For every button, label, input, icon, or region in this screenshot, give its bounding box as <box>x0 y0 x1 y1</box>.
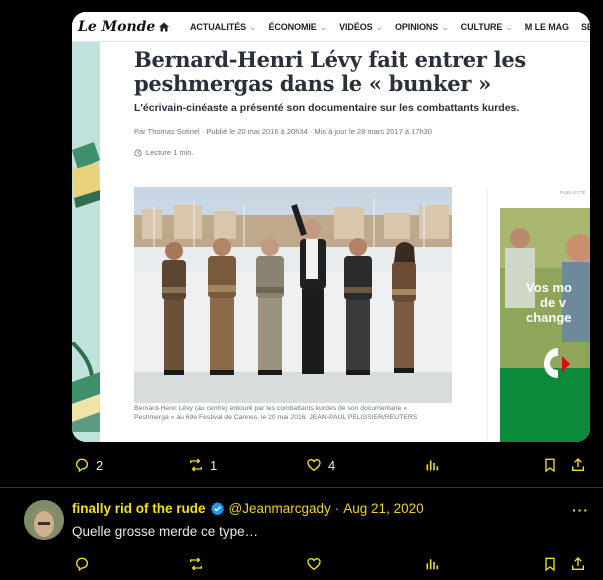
ad-text: Vos mo de v change <box>526 280 572 325</box>
verified-badge-icon <box>210 501 224 516</box>
article-photo[interactable] <box>134 187 452 403</box>
reply-icon <box>75 557 89 572</box>
article-card[interactable]: Le Monde ACTUALITÉS ⌄ ÉCONOMIE ⌄ VIDÉOS ⌄ OPIN… <box>72 12 590 442</box>
share-icon <box>572 458 584 471</box>
reply-button[interactable] <box>74 556 90 572</box>
home-icon[interactable] <box>158 21 170 33</box>
article-subhead: L'écrivain-cinéaste a présenté son docum… <box>134 102 520 114</box>
chevron-down-icon: ⌄ <box>375 22 384 32</box>
ad-text-line: de v <box>540 295 567 310</box>
nav-item[interactable]: CULTURE ⌄ <box>461 22 513 33</box>
reply-count: 2 <box>96 457 104 473</box>
photo-illustration <box>134 187 452 403</box>
nav-item[interactable]: SERVICES <box>581 22 590 33</box>
nav-item-label: VIDÉOS <box>339 22 373 32</box>
ad-illustration <box>500 208 590 442</box>
tweet-divider <box>0 487 603 488</box>
bookmark-button[interactable] <box>542 556 558 572</box>
avatar-image <box>24 500 64 540</box>
heart-icon <box>307 557 321 571</box>
article-byline: Par Thomas Sotinel · Publié le 20 mai 20… <box>134 127 432 136</box>
reply-action-bar <box>72 554 592 574</box>
reply-handle[interactable]: @Jeanmarcgady <box>229 501 331 516</box>
clock-icon <box>134 148 142 157</box>
ad-label: PUBLICITÉ <box>560 190 586 195</box>
nav-item-label: M LE MAG <box>524 22 569 32</box>
nav-item[interactable]: M LE MAG <box>525 22 569 33</box>
article-headline: Bernard-Henri Lévy fait entrer les peshm… <box>134 47 526 96</box>
repost-icon <box>190 557 202 571</box>
ad-text-line: change <box>526 310 572 325</box>
analytics-icon <box>426 559 439 570</box>
book-illustration-icon <box>72 142 100 208</box>
reply-header: finally rid of the rude @Jeanmarcgady · … <box>72 501 424 516</box>
site-navbar: Le Monde ACTUALITÉS ⌄ ÉCONOMIE ⌄ VIDÉOS ⌄ OPIN… <box>72 12 590 42</box>
chevron-down-icon: ⌄ <box>249 22 257 32</box>
analytics-icon <box>426 460 439 471</box>
nav-item-label: ÉCONOMIE <box>268 22 317 32</box>
ad-image <box>500 208 590 442</box>
tweet-action-bar: 2 1 4 <box>72 455 592 475</box>
heart-icon <box>307 458 321 472</box>
reply-display-name[interactable]: finally rid of the rude <box>72 501 206 516</box>
le-monde-logo[interactable]: Le Monde <box>78 19 155 35</box>
ad-text-line: Vos mo <box>526 280 572 295</box>
photo-caption: Bernard-Henri Lévy (au centre) entouré p… <box>134 405 418 421</box>
share-button[interactable] <box>570 556 586 572</box>
avatar[interactable] <box>24 500 64 540</box>
nav-item-label: SERVICES <box>580 22 590 32</box>
read-time: Lecture 1 min. <box>134 148 194 157</box>
nav-menu: ACTUALITÉS ⌄ ÉCONOMIE ⌄ VIDÉOS ⌄ OPINIONS ⌄ CULT… <box>190 22 590 33</box>
nav-item-label: CULTURE <box>460 22 503 32</box>
bookmark-icon <box>545 458 555 473</box>
nav-item[interactable]: ÉCONOMIE ⌄ <box>268 22 327 33</box>
read-time-label: Lecture 1 min. <box>146 148 194 157</box>
like-button[interactable]: 4 <box>306 457 335 473</box>
nav-item[interactable]: OPINIONS ⌄ <box>395 22 449 33</box>
chevron-down-icon: ⌄ <box>319 22 328 32</box>
repost-button[interactable] <box>188 556 204 572</box>
advertisement[interactable]: PUBLICITÉ Vos mo de v change <box>487 188 590 442</box>
side-illustration <box>72 12 100 442</box>
nav-item[interactable]: VIDÉOS ⌄ <box>339 22 383 33</box>
repost-icon <box>190 458 202 472</box>
share-button[interactable] <box>570 457 586 473</box>
nav-item[interactable]: ACTUALITÉS ⌄ <box>190 22 257 33</box>
like-button[interactable] <box>306 556 322 572</box>
repost-count: 1 <box>210 457 218 473</box>
repost-button[interactable]: 1 <box>188 457 217 473</box>
nav-item-label: ACTUALITÉS <box>190 22 246 32</box>
chevron-down-icon: ⌄ <box>441 22 449 32</box>
like-count: 4 <box>328 457 336 473</box>
reply-text: Quelle grosse merde ce type… <box>72 524 259 539</box>
nav-item-label: OPINIONS <box>395 22 439 32</box>
bookmark-button[interactable] <box>542 457 558 473</box>
views-button[interactable] <box>424 457 440 473</box>
reply-date[interactable]: Aug 21, 2020 <box>343 501 423 516</box>
reply-icon <box>75 458 89 473</box>
views-button[interactable] <box>424 556 440 572</box>
share-icon <box>572 557 584 570</box>
book-stack-illustration-icon <box>72 342 100 432</box>
more-options-button[interactable]: ··· <box>572 502 589 518</box>
bookmark-icon <box>545 557 555 572</box>
reply-button[interactable]: 2 <box>74 457 103 473</box>
separator-dot: · <box>334 501 340 516</box>
chevron-down-icon: ⌄ <box>505 22 513 32</box>
